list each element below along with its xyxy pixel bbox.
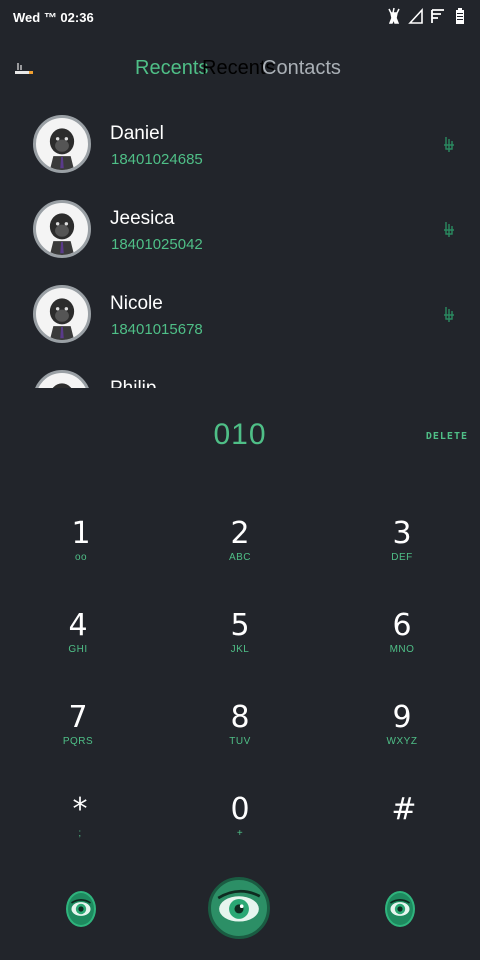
list-item[interactable]: Daniel 18401024685 xyxy=(0,110,480,195)
status-time: Wed ™ 02:36 xyxy=(13,10,94,25)
recents-list[interactable]: Daniel 18401024685 Jeesica 18401025042 N… xyxy=(0,110,480,388)
contact-phone: 18401025042 xyxy=(111,236,203,253)
contact-name: Daniel xyxy=(110,123,164,144)
dial-display: 010 DELETE xyxy=(0,415,480,459)
list-item[interactable]: Philip xyxy=(0,365,480,388)
key-letters: JKL xyxy=(230,644,250,655)
contact-name: Nicole xyxy=(110,293,163,314)
key-digit: * xyxy=(72,792,88,827)
entered-number[interactable]: 010 xyxy=(0,418,480,452)
key-3[interactable]: 3 DEF xyxy=(332,515,472,595)
call-icon[interactable] xyxy=(442,306,456,324)
key-2[interactable]: 2 ABC xyxy=(170,515,310,595)
key-7[interactable]: 7 PQRS xyxy=(8,699,148,779)
key-letters: WXYZ xyxy=(386,736,418,747)
call-icon[interactable] xyxy=(442,221,456,239)
list-item[interactable]: Jeesica 18401025042 xyxy=(0,195,480,280)
delete-button[interactable]: DELETE xyxy=(426,431,468,442)
eye-icon[interactable] xyxy=(66,891,96,927)
key-digit: 1 xyxy=(71,516,91,551)
gorilla-avatar-icon xyxy=(33,200,91,258)
key-digit: 7 xyxy=(68,700,88,735)
key-4[interactable]: 4 GHI xyxy=(8,607,148,687)
key-letters: MNO xyxy=(389,644,415,655)
list-item[interactable]: Nicole 18401015678 xyxy=(0,280,480,365)
key-6[interactable]: 6 MNO xyxy=(332,607,472,687)
tab-recents[interactable]: Recents xyxy=(135,57,208,80)
key-letters: ABC xyxy=(228,552,252,563)
key-digit: 0 xyxy=(230,792,250,827)
status-bar: Wed ™ 02:36 xyxy=(0,0,480,34)
contact-phone: 18401024685 xyxy=(111,151,203,168)
key-letters: DEF xyxy=(391,552,413,563)
tab-contacts[interactable]: Contacts xyxy=(262,57,341,80)
call-icon[interactable] xyxy=(442,136,456,154)
eye-icon[interactable] xyxy=(385,891,415,927)
bottom-bar xyxy=(0,875,480,945)
key-letters: TUV xyxy=(229,736,251,747)
eye-call-icon[interactable] xyxy=(208,877,270,939)
key-star[interactable]: * ; xyxy=(10,791,150,871)
contact-name: Philip xyxy=(110,378,156,388)
key-digit: 6 xyxy=(392,608,412,643)
key-digit: 5 xyxy=(230,608,250,643)
cigarette-icon[interactable] xyxy=(14,60,34,76)
key-letters: GHI xyxy=(68,644,88,655)
key-letters: ; xyxy=(78,828,82,839)
gorilla-avatar-icon xyxy=(33,285,91,343)
key-digit: 9 xyxy=(392,700,412,735)
tab-bar: Recents Recents Contacts xyxy=(0,50,480,90)
status-icons xyxy=(386,7,468,25)
gorilla-avatar-icon xyxy=(33,115,91,173)
contact-name: Jeesica xyxy=(110,208,175,229)
signal-icon xyxy=(408,7,424,25)
battery-icon xyxy=(452,7,468,25)
key-letters: PQRS xyxy=(62,736,94,747)
key-5[interactable]: 5 JKL xyxy=(170,607,310,687)
key-hash[interactable]: # xyxy=(334,791,474,871)
key-letters: + xyxy=(236,828,244,839)
deer-icon xyxy=(386,7,402,25)
gorilla-avatar-icon xyxy=(33,370,91,388)
key-digit: 4 xyxy=(68,608,88,643)
key-digit: 3 xyxy=(392,516,412,551)
key-0[interactable]: 0 + xyxy=(170,791,310,871)
key-digit: 8 xyxy=(230,700,250,735)
voicemail-icon: oo xyxy=(74,552,88,563)
key-1[interactable]: 1 oo xyxy=(11,515,151,595)
key-9[interactable]: 9 WXYZ xyxy=(332,699,472,779)
wifi-icon xyxy=(430,7,446,25)
contact-phone: 18401015678 xyxy=(111,321,203,338)
key-8[interactable]: 8 TUV xyxy=(170,699,310,779)
key-digit: 2 xyxy=(230,516,250,551)
key-digit: # xyxy=(391,792,417,827)
